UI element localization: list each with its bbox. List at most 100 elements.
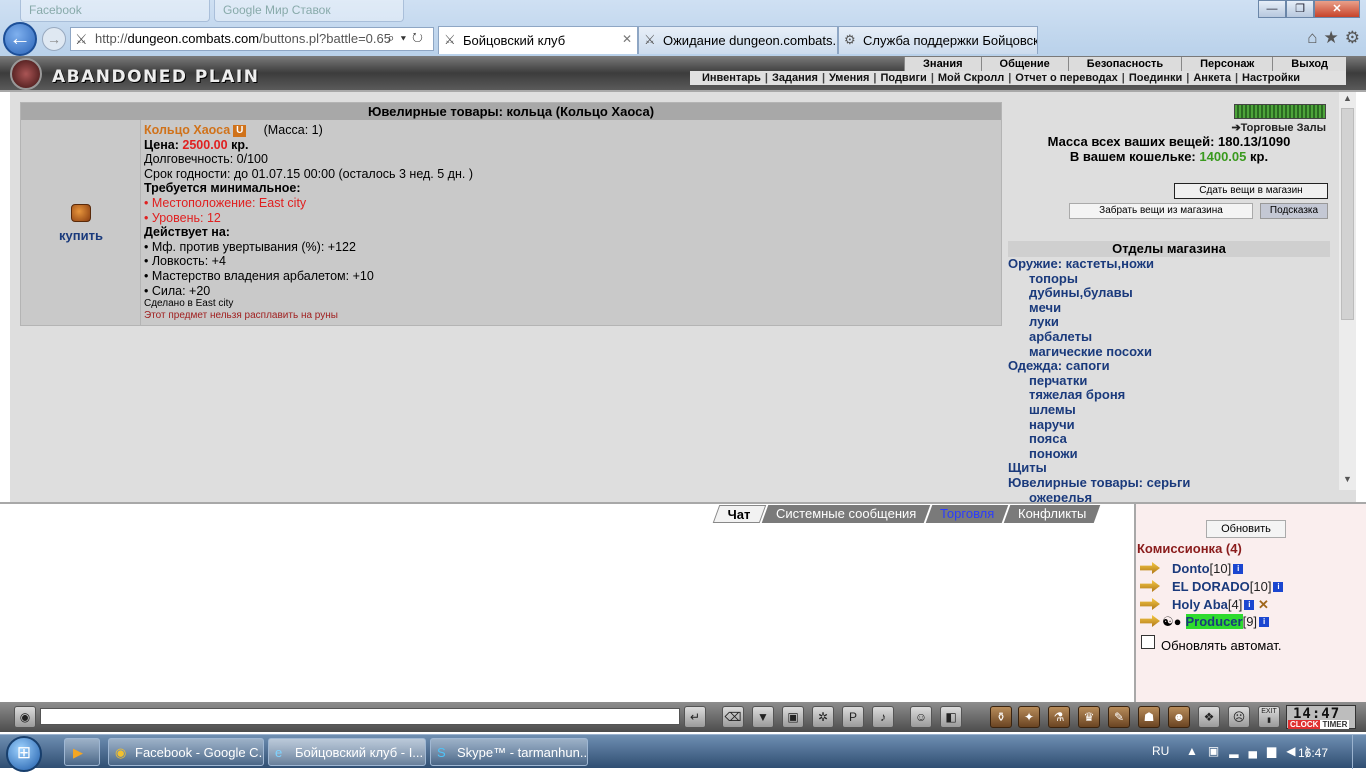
give-items-button[interactable]: Сдать вещи в магазин bbox=[1174, 183, 1328, 199]
take-items-button[interactable]: Забрать вещи из магазина bbox=[1069, 203, 1253, 219]
auto-refresh-checkbox[interactable] bbox=[1141, 635, 1155, 649]
save-icon[interactable]: ▣ bbox=[782, 706, 804, 728]
department-link[interactable]: топоры bbox=[1008, 271, 1330, 287]
private-message-icon[interactable] bbox=[1140, 562, 1160, 574]
private-message-icon[interactable] bbox=[1140, 580, 1160, 592]
user-row[interactable]: EL DORADO[10] i bbox=[1140, 579, 1284, 594]
minimize-button[interactable]: — bbox=[1258, 0, 1286, 18]
face-icon[interactable]: ☹ bbox=[1228, 706, 1250, 728]
timer-label[interactable]: TIMER bbox=[1320, 720, 1350, 729]
menu-character[interactable]: Персонаж bbox=[1181, 57, 1272, 71]
potion-icon[interactable]: ⚗ bbox=[1048, 706, 1070, 728]
menu-exit[interactable]: Выход bbox=[1272, 57, 1346, 71]
scroll-up-icon[interactable]: ▲ bbox=[1341, 93, 1354, 106]
clear-icon[interactable]: ◧ bbox=[940, 706, 962, 728]
back-button[interactable]: ← bbox=[3, 22, 37, 56]
speak-icon[interactable]: ◉ bbox=[14, 706, 36, 728]
send-icon[interactable]: ↵ bbox=[684, 706, 706, 728]
private-log-icon[interactable]: P bbox=[842, 706, 864, 728]
department-link[interactable]: наручи bbox=[1008, 417, 1330, 433]
chat-input[interactable] bbox=[40, 708, 680, 725]
mask-icon[interactable]: ☻ bbox=[1168, 706, 1190, 728]
language-indicator[interactable]: RU bbox=[1152, 744, 1169, 758]
trade-halls-link[interactable]: ➔Торговые Залы bbox=[1231, 121, 1326, 134]
bag-icon[interactable]: ⚱ bbox=[990, 706, 1012, 728]
home-icon[interactable]: ⌂ bbox=[1307, 28, 1317, 48]
tray-expand-icon[interactable]: ▲ bbox=[1186, 744, 1208, 758]
buy-link[interactable]: купить bbox=[21, 228, 141, 243]
department-link[interactable]: мечи bbox=[1008, 300, 1330, 316]
smiley-icon[interactable]: ☺ bbox=[910, 706, 932, 728]
pet-icon[interactable]: ☗ bbox=[1138, 706, 1160, 728]
start-button[interactable]: ⊞ bbox=[6, 736, 42, 772]
chat-area[interactable] bbox=[10, 504, 1132, 702]
refresh-button[interactable]: Обновить bbox=[1206, 520, 1286, 538]
user-row[interactable]: Donto[10] i bbox=[1140, 561, 1244, 576]
signal-icon[interactable]: ▂▄▆ bbox=[1229, 744, 1286, 758]
taskbar-item-chrome[interactable]: ◉ Facebook - Google C... bbox=[108, 738, 264, 766]
scroll-icon[interactable]: ✎ bbox=[1108, 706, 1130, 728]
department-link[interactable]: шлемы bbox=[1008, 402, 1330, 418]
ring-item-icon[interactable] bbox=[71, 204, 91, 222]
treasure-icon[interactable]: ♛ bbox=[1078, 706, 1100, 728]
filter-icon[interactable]: ▼ bbox=[752, 706, 774, 728]
hint-button[interactable]: Подсказка bbox=[1260, 203, 1328, 219]
info-icon[interactable]: i bbox=[1259, 617, 1270, 627]
item-name[interactable]: Кольцо Хаоса bbox=[144, 123, 230, 137]
tab-waiting[interactable]: ⚔ Ожидание dungeon.combats.... bbox=[638, 26, 838, 54]
search-icon[interactable]: ⌕ bbox=[387, 30, 400, 45]
department-link[interactable]: тяжелая броня bbox=[1008, 388, 1330, 403]
submenu-fights[interactable]: Поединки bbox=[1129, 72, 1182, 84]
submenu-settings[interactable]: Настройки bbox=[1242, 72, 1300, 84]
department-link[interactable]: Одежда: сапоги bbox=[1008, 359, 1330, 374]
private-message-icon[interactable] bbox=[1140, 615, 1160, 627]
submenu-profile[interactable]: Анкета bbox=[1193, 72, 1231, 84]
forward-button[interactable]: → bbox=[42, 27, 66, 51]
settings-gear-icon[interactable]: ⚙ bbox=[1345, 28, 1360, 48]
submenu-achievements[interactable]: Подвиги bbox=[880, 72, 926, 84]
tab-system-messages[interactable]: Системные сообщения bbox=[761, 505, 931, 523]
submenu-quests[interactable]: Задания bbox=[772, 72, 818, 84]
scroll-down-icon[interactable]: ▼ bbox=[1341, 474, 1354, 487]
sound-icon[interactable]: ♪ bbox=[872, 706, 894, 728]
dropdown-icon[interactable]: ▾ bbox=[401, 30, 412, 45]
department-link[interactable]: Ювелирные товары: серьги bbox=[1008, 475, 1330, 491]
user-name[interactable]: Producer bbox=[1185, 614, 1243, 629]
info-icon[interactable]: i bbox=[1273, 582, 1284, 592]
tab-support[interactable]: ⚙ Служба поддержки Бойцовск... bbox=[838, 26, 1038, 54]
eraser-icon[interactable]: ⌫ bbox=[722, 706, 744, 728]
background-tab[interactable]: Google Мир Ставок bbox=[214, 0, 404, 22]
menu-knowledge[interactable]: Знания bbox=[904, 57, 980, 71]
main-scrollbar[interactable]: ▲ ▼ bbox=[1339, 92, 1356, 490]
menu-security[interactable]: Безопасность bbox=[1067, 57, 1181, 71]
department-link[interactable]: дубины,булавы bbox=[1008, 286, 1330, 301]
scroll-thumb[interactable] bbox=[1341, 108, 1354, 320]
clock-widget[interactable]: 14:47 CLOCK TIMER bbox=[1286, 705, 1356, 729]
info-icon[interactable]: i bbox=[1244, 600, 1255, 610]
user-name[interactable]: Donto bbox=[1172, 561, 1210, 576]
media-player-button[interactable]: ▶ bbox=[64, 738, 100, 766]
system-clock[interactable]: 16:47 bbox=[1298, 746, 1328, 760]
menu-communication[interactable]: Общение bbox=[980, 57, 1068, 71]
department-link[interactable]: арбалеты bbox=[1008, 329, 1330, 345]
exit-button[interactable]: EXIT ▮ bbox=[1258, 706, 1280, 728]
user-name[interactable]: EL DORADO bbox=[1172, 579, 1250, 594]
tray-app-icon[interactable]: ▣ bbox=[1208, 744, 1229, 758]
tab-trade[interactable]: Торговля bbox=[925, 505, 1009, 523]
submenu-transfers[interactable]: Отчет о переводах bbox=[1015, 72, 1118, 84]
close-window-button[interactable]: ✕ bbox=[1314, 0, 1360, 18]
taskbar-item-skype[interactable]: S Skype™ - tarmanhun... bbox=[430, 738, 588, 766]
favorites-star-icon[interactable]: ★ bbox=[1324, 28, 1339, 48]
department-link[interactable]: поножи bbox=[1008, 446, 1330, 462]
user-name[interactable]: Holy Aba bbox=[1172, 597, 1228, 612]
background-tab[interactable]: Facebook bbox=[20, 0, 210, 22]
user-row[interactable]: ☯● Producer[9] i bbox=[1140, 614, 1270, 630]
tab-conflicts[interactable]: Конфликты bbox=[1004, 505, 1102, 523]
fighter-icon[interactable]: ✲ bbox=[812, 706, 834, 728]
clock-label[interactable]: CLOCK bbox=[1288, 720, 1321, 729]
info-icon[interactable]: i bbox=[1233, 564, 1244, 574]
trade-halls-banner[interactable] bbox=[1234, 104, 1326, 119]
department-link[interactable]: магические посохи bbox=[1008, 344, 1330, 360]
maximize-button[interactable]: ❐ bbox=[1286, 0, 1314, 18]
department-link[interactable]: луки bbox=[1008, 315, 1330, 330]
